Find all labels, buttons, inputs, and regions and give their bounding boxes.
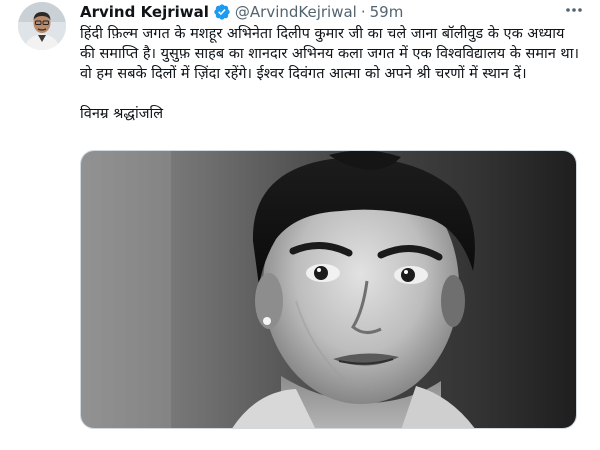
- tweet-timestamp[interactable]: 59m: [370, 3, 404, 21]
- tweet-tribute: विनम्र श्रद्धांजलि: [80, 106, 164, 122]
- tweet-body: हिंदी फ़िल्म जगत के मशहूर अभिनेता दिलीप …: [80, 26, 579, 82]
- avatar-image: [18, 2, 66, 50]
- author-handle[interactable]: @ArvindKejriwal: [235, 3, 357, 21]
- more-options-icon[interactable]: [562, 0, 586, 20]
- separator-dot: ·: [360, 3, 366, 21]
- tweet-header: Arvind Kejriwal @ArvindKejriwal · 59m: [80, 1, 580, 23]
- verified-badge-icon: [213, 3, 231, 21]
- author-name[interactable]: Arvind Kejriwal: [80, 3, 209, 21]
- tweet: Arvind Kejriwal @ArvindKejriwal · 59m हि…: [0, 0, 600, 450]
- tweet-text: हिंदी फ़िल्म जगत के मशहूर अभिनेता दिलीप …: [80, 24, 580, 124]
- author-avatar[interactable]: [18, 2, 66, 50]
- tweet-media-photo[interactable]: [80, 150, 577, 429]
- portrait-photo: [81, 151, 576, 428]
